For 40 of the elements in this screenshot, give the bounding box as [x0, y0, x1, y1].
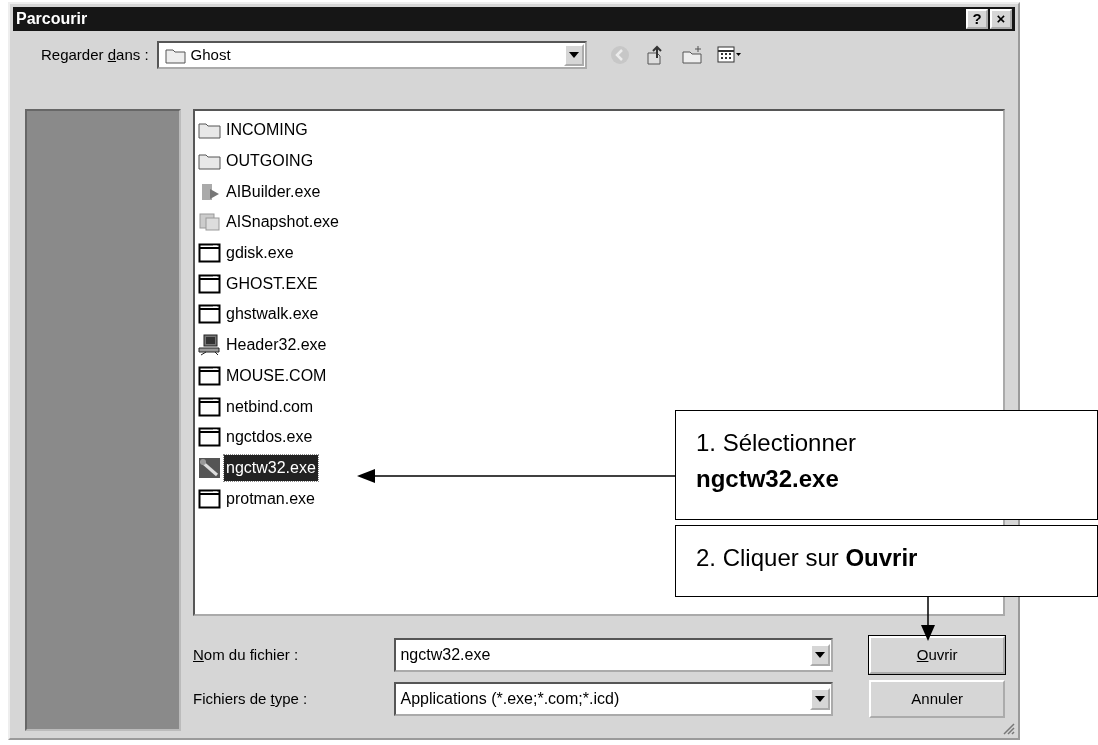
file-type-dropdown[interactable]: Applications (*.exe;*.com;*.icd) [394, 682, 834, 716]
folder-icon [164, 46, 187, 64]
file-item[interactable]: netbind.com [224, 393, 316, 420]
window-icon [198, 426, 221, 449]
file-item[interactable]: MOUSE.COM [224, 362, 329, 389]
tool-icon [198, 456, 221, 479]
file-name-label: Nom du fichier : [193, 644, 300, 665]
resize-grip-icon[interactable] [1001, 721, 1015, 735]
file-item[interactable]: GHOST.EXE [224, 270, 320, 297]
help-button[interactable]: ? [966, 9, 988, 29]
open-button[interactable]: Ouvrir [869, 636, 1005, 674]
computer-icon [198, 334, 221, 357]
look-in-dropdown[interactable]: Ghost [156, 41, 587, 69]
callout-text: 2. Cliquer sur Ouvrir [696, 543, 919, 573]
file-name-field[interactable]: ngctw32.exe [394, 638, 834, 672]
cancel-button[interactable]: Annuler [869, 680, 1005, 718]
window-icon [198, 395, 221, 418]
window-icon [198, 364, 221, 387]
file-item[interactable]: protman.exe [224, 485, 317, 512]
look-in-label: Regarder dans : [41, 44, 149, 65]
window-icon [198, 487, 221, 510]
new-folder-icon[interactable] [680, 44, 705, 66]
file-item[interactable]: ngctw32.exe [224, 454, 318, 481]
file-item[interactable]: INCOMING [224, 117, 310, 144]
window-icon [198, 242, 221, 265]
close-button[interactable]: × [990, 9, 1012, 29]
file-item[interactable]: ngctdos.exe [224, 424, 315, 451]
file-item[interactable]: ghstwalk.exe [224, 301, 321, 328]
file-item[interactable]: Header32.exe [224, 332, 329, 359]
file-item[interactable]: AIBuilder.exe [224, 178, 323, 205]
file-item[interactable]: AISnapshot.exe [224, 209, 341, 236]
callout-text: 1. Sélectionner ngctw32.exe [696, 428, 858, 494]
image-icon [198, 211, 221, 234]
file-item[interactable]: gdisk.exe [224, 240, 296, 267]
view-menu-icon[interactable] [716, 44, 741, 66]
window-icon [198, 303, 221, 326]
window-icon [198, 272, 221, 295]
file-type-label: Fichiers de type : [193, 688, 309, 709]
file-item[interactable]: OUTGOING [224, 148, 316, 175]
window-title: Parcourir [16, 9, 88, 29]
